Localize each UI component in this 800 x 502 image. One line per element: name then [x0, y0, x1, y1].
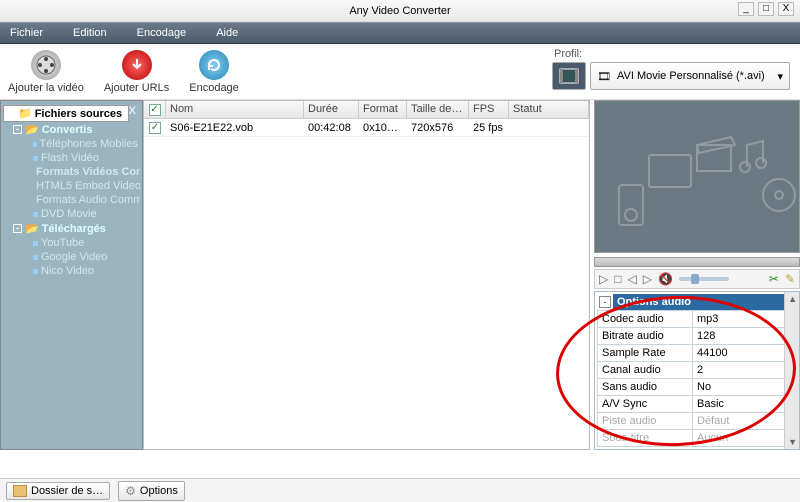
cell-taille: 720x576 [407, 122, 469, 134]
chevron-down-icon: ▾ [777, 70, 783, 83]
col-statut[interactable]: Statut [509, 101, 589, 118]
options-collapse-icon[interactable]: - [599, 296, 611, 308]
film-reel-icon [31, 50, 61, 80]
encode-label: Encodage [189, 82, 239, 94]
music-note-icon [735, 137, 771, 177]
profile-value: AVI Movie Personnalisé (*.avi) [617, 70, 772, 82]
col-taille[interactable]: Taille de la … [407, 101, 469, 118]
options-scrollbar[interactable]: ▲ ▼ [784, 292, 799, 449]
window-title: Any Video Converter [349, 5, 450, 17]
folder-icon [13, 485, 27, 497]
opt-row[interactable]: Sans audioNo [598, 379, 797, 396]
stop-icon[interactable]: □ [614, 272, 621, 286]
output-folder-button[interactable]: Dossier de s… [6, 482, 110, 500]
tree-item[interactable]: YouTube [3, 236, 140, 250]
profile-format-icon[interactable] [552, 62, 586, 90]
options-button[interactable]: ⚙ Options [118, 481, 185, 501]
source-tree[interactable]: X -📁Fichiers sources -📂Convertis Télépho… [1, 103, 142, 449]
prev-icon[interactable]: ◁ [627, 272, 636, 286]
settings-tool-icon[interactable]: ✎ [785, 272, 795, 286]
opt-row[interactable]: Sample Rate44100 [598, 345, 797, 362]
tree-item[interactable]: Flash Vidéo [3, 151, 140, 165]
volume-icon[interactable]: 🔇 [658, 272, 673, 286]
tree-item[interactable]: Formats Audio Communs [3, 193, 140, 207]
add-urls-label: Ajouter URLs [104, 82, 169, 94]
add-video-button[interactable]: Ajouter la vidéo [8, 50, 84, 94]
cell-format: 0x10… [359, 122, 407, 134]
opt-row[interactable]: Bitrate audio128 [598, 328, 797, 345]
menu-aide[interactable]: Aide [216, 27, 238, 39]
maximize-button[interactable]: □ [758, 2, 774, 16]
add-video-label: Ajouter la vidéo [8, 82, 84, 94]
cell-duree: 00:42:08 [304, 122, 359, 134]
sidebar-close-icon[interactable]: X [129, 105, 140, 117]
add-urls-button[interactable]: Ajouter URLs [104, 50, 169, 94]
tree-telecharges[interactable]: -📂Téléchargés [3, 221, 140, 236]
col-fps[interactable]: FPS [469, 101, 509, 118]
play-icon[interactable]: ▷ [599, 272, 608, 286]
snapshot-icon[interactable]: ✂ [769, 272, 779, 286]
collapse-icon[interactable]: - [13, 224, 22, 233]
tree-item[interactable]: Nico Video [3, 264, 140, 278]
close-button[interactable]: X [778, 2, 794, 16]
download-icon [122, 50, 152, 80]
next-icon[interactable]: ▷ [643, 272, 652, 286]
collapse-icon[interactable]: - [13, 125, 22, 134]
tree-item[interactable]: DVD Movie [3, 207, 140, 221]
col-format[interactable]: Format [359, 101, 407, 118]
options-table: Codec audiomp3 Bitrate audio128 Sample R… [597, 310, 797, 447]
menu-fichier[interactable]: Fichier [10, 27, 43, 39]
options-header: Options audio [613, 294, 797, 310]
player-controls: ▷ □ ◁ ▷ 🔇 ✂ ✎ [594, 269, 800, 289]
scroll-up-icon[interactable]: ▲ [788, 294, 797, 304]
tree-convertis[interactable]: -📂Convertis [3, 122, 140, 137]
film-icon: 🎞 [597, 70, 611, 83]
file-list: ✓ Nom Durée Format Taille de la … FPS St… [143, 100, 590, 450]
tree-item[interactable]: HTML5 Embed Video [3, 179, 140, 193]
menu-bar: Fichier Edition Encodage Aide [0, 22, 800, 44]
refresh-icon [199, 50, 229, 80]
profile-dropdown[interactable]: 🎞 AVI Movie Personnalisé (*.avi) ▾ [590, 62, 790, 90]
tree-item[interactable]: Téléphones Mobiles [3, 137, 140, 151]
opt-row-disabled: Sous-titreAucun [598, 430, 797, 447]
table-row[interactable]: ✓ S06-E21E22.vob 00:42:08 0x10… 720x576 … [144, 119, 589, 137]
seek-bar[interactable] [594, 257, 800, 267]
opt-row[interactable]: Codec audiomp3 [598, 311, 797, 328]
row-checkbox[interactable]: ✓ [149, 122, 161, 134]
opt-row[interactable]: Canal audio2 [598, 362, 797, 379]
volume-slider[interactable] [679, 277, 729, 281]
table-header: ✓ Nom Durée Format Taille de la … FPS St… [144, 101, 589, 119]
scroll-down-icon[interactable]: ▼ [788, 437, 797, 447]
options-panel: - Options audio Codec audiomp3 Bitrate a… [594, 291, 800, 450]
disc-icon [759, 175, 799, 215]
collapse-icon[interactable]: - [6, 109, 15, 118]
toolbar: Ajouter la vidéo Ajouter URLs Encodage P… [0, 44, 800, 100]
menu-encodage[interactable]: Encodage [137, 27, 187, 39]
minimize-button[interactable]: _ [738, 2, 754, 16]
col-check[interactable]: ✓ [144, 101, 166, 118]
cell-fps: 25 fps [469, 122, 509, 134]
col-nom[interactable]: Nom [166, 101, 304, 118]
cell-nom: S06-E21E22.vob [166, 122, 304, 134]
opt-row[interactable]: A/V SyncBasic [598, 396, 797, 413]
tree-item[interactable]: Google Video [3, 250, 140, 264]
encode-button[interactable]: Encodage [189, 50, 239, 94]
tree-root-fichiers-sources[interactable]: -📁Fichiers sources [3, 105, 129, 122]
menu-edition[interactable]: Edition [73, 27, 107, 39]
tree-item-formats-video[interactable]: Formats Vidéos Communs [3, 165, 140, 179]
title-bar: Any Video Converter _ □ X [0, 0, 800, 22]
right-panel: ▷ □ ◁ ▷ 🔇 ✂ ✎ - Options audio Codec audi… [590, 100, 800, 450]
opt-row-disabled: Piste audioDéfaut [598, 413, 797, 430]
bottom-bar: Dossier de s… ⚙ Options [0, 478, 800, 502]
film-clapper-icon [691, 131, 737, 177]
col-duree[interactable]: Durée [304, 101, 359, 118]
preview-pane [594, 100, 800, 253]
tablet-icon [645, 151, 695, 191]
profile-label: Profil: [552, 48, 582, 60]
gear-icon: ⚙ [125, 484, 136, 498]
sidebar: X -📁Fichiers sources -📂Convertis Télépho… [0, 100, 143, 450]
